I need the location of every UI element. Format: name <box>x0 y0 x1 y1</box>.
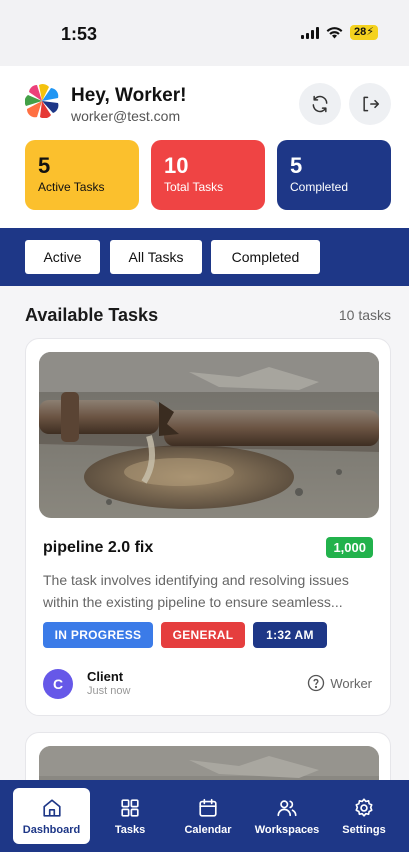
role-indicator: Worker <box>307 674 372 692</box>
greeting-text: Hey, Worker! <box>71 85 187 106</box>
task-description: The task involves identifying and resolv… <box>43 572 349 610</box>
nav-calendar[interactable]: Calendar <box>175 788 241 844</box>
bottom-navigation: Dashboard Tasks Calendar Workspaces Sett… <box>0 780 409 852</box>
stat-card-total[interactable]: 10 Total Tasks <box>151 140 265 210</box>
stat-active-label: Active Tasks <box>38 180 105 194</box>
filter-all-button[interactable]: All Tasks <box>110 240 202 274</box>
stat-total-value: 10 <box>164 153 189 178</box>
client-avatar: C <box>43 669 73 699</box>
gear-icon <box>355 797 373 817</box>
user-email: worker@test.com <box>71 108 181 124</box>
nav-tasks-label: Tasks <box>114 823 146 836</box>
nav-settings-label: Settings <box>342 823 386 836</box>
wifi-icon <box>326 27 343 39</box>
status-icons: 28⚡ <box>301 25 378 40</box>
task-title: pipeline 2.0 fix <box>43 539 154 556</box>
role-label: Worker <box>330 675 372 691</box>
stat-completed-label: Completed <box>290 180 349 194</box>
section-title: Available Tasks <box>25 305 159 325</box>
nav-tasks[interactable]: Tasks <box>100 788 160 844</box>
grid-icon <box>121 798 139 817</box>
dashboard-header: Hey, Worker! worker@test.com 5 Active Ta… <box>0 66 409 228</box>
refresh-icon <box>312 95 328 113</box>
refresh-button[interactable] <box>299 83 341 125</box>
status-bar: 1:53 28⚡ <box>0 0 409 66</box>
logout-button[interactable] <box>349 83 391 125</box>
status-badge: IN PROGRESS <box>43 622 153 648</box>
task-image <box>39 352 379 518</box>
time-badge: 1:32 AM <box>253 622 327 648</box>
app-logo-icon <box>25 84 59 118</box>
filter-bar: Active All Tasks Completed <box>0 228 409 286</box>
home-icon <box>42 798 61 817</box>
battery-indicator: 28⚡ <box>350 25 378 40</box>
client-name: Client <box>87 669 124 684</box>
nav-dashboard-label: Dashboard <box>22 823 81 836</box>
task-card[interactable]: pipeline 2.0 fix 1,000 The task involves… <box>25 338 391 716</box>
nav-workspaces-label: Workspaces <box>254 823 320 836</box>
calendar-icon <box>199 798 217 817</box>
users-icon <box>277 799 297 816</box>
battery-level: 28 <box>354 26 367 38</box>
stat-completed-value: 5 <box>290 153 303 178</box>
logout-icon <box>363 96 380 112</box>
stat-active-value: 5 <box>38 153 51 178</box>
task-count: 10 tasks <box>338 307 391 323</box>
stat-card-active[interactable]: 5 Active Tasks <box>25 140 139 210</box>
client-posted-time: Just now <box>87 685 131 697</box>
nav-dashboard[interactable]: Dashboard <box>13 788 90 844</box>
nav-calendar-label: Calendar <box>184 823 232 836</box>
nav-workspaces[interactable]: Workspaces <box>250 788 324 844</box>
category-badge: GENERAL <box>161 622 245 648</box>
status-time: 1:53 <box>61 24 98 44</box>
stat-total-label: Total Tasks <box>164 180 224 194</box>
help-circle-icon <box>308 674 325 692</box>
task-price-badge: 1,000 <box>326 537 373 558</box>
filter-active-button[interactable]: Active <box>25 240 100 274</box>
stat-card-completed[interactable]: 5 Completed <box>277 140 391 210</box>
nav-settings[interactable]: Settings <box>331 788 397 844</box>
signal-icon <box>301 26 320 39</box>
filter-completed-button[interactable]: Completed <box>211 240 320 274</box>
